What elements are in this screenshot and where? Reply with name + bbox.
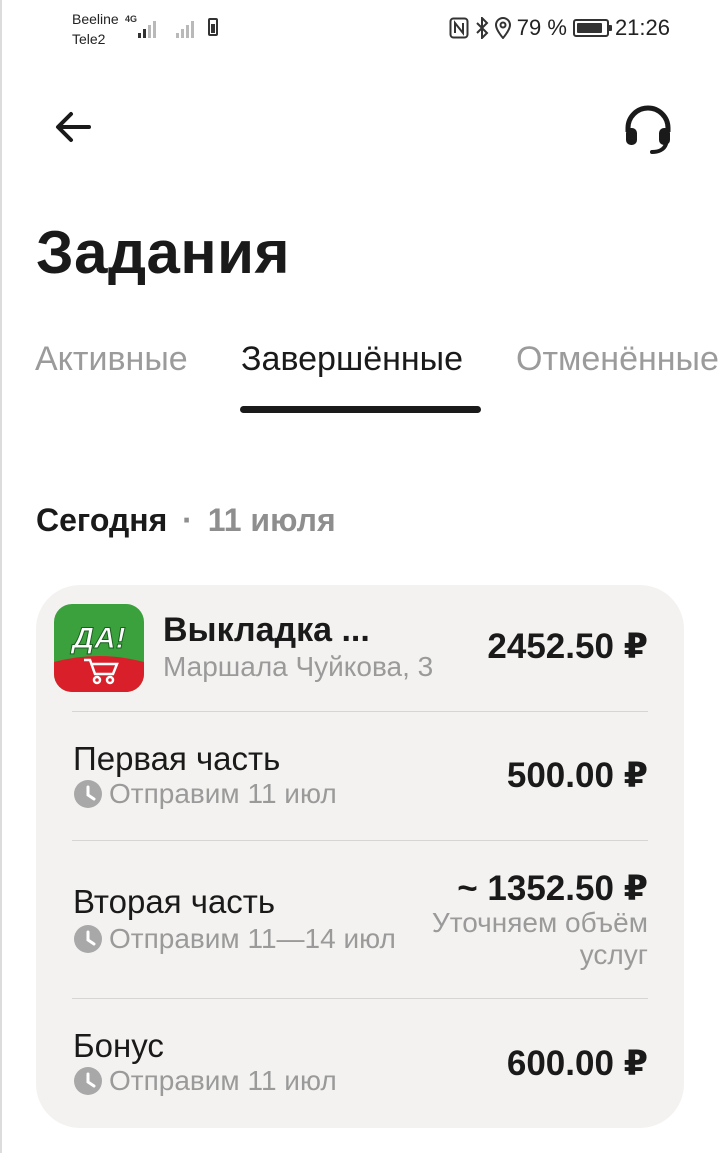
divider: [72, 840, 648, 841]
task-title: Выкладка ...: [163, 611, 370, 649]
divider: [72, 711, 648, 712]
battery-saver-icon: [208, 18, 218, 36]
payment-label: Вторая часть: [73, 883, 276, 920]
network-type: 4G: [125, 14, 138, 24]
payment-schedule: Отправим 11 июл: [73, 778, 337, 810]
payment-amount: ~ 1352.50 ₽: [457, 869, 648, 908]
status-bar: Beeline Tele2 4G 79 % 21:26: [0, 0, 720, 58]
payment-label: Бонус: [73, 1027, 164, 1064]
battery-icon: [572, 19, 612, 37]
signal-icon: [138, 18, 156, 38]
store-logo: ДА!: [54, 604, 144, 692]
headset-icon: [625, 105, 671, 154]
task-address: Маршала Чуйкова, 3: [163, 651, 434, 682]
status-right: 79 % 21:26: [449, 14, 670, 42]
task-total-amount: 2452.50 ₽: [487, 627, 648, 666]
arrow-left-icon: [56, 112, 91, 142]
payment-amount: 500.00 ₽: [506, 756, 648, 795]
payment-schedule: Отправим 11—14 июл: [73, 923, 396, 955]
payment-label: Первая часть: [73, 740, 281, 777]
back-button[interactable]: [46, 100, 100, 154]
tabs-bar: Активные Завершённые Отменённые: [0, 330, 720, 420]
tab-active[interactable]: Активные: [35, 340, 188, 379]
payment-note: Уточняем объём услуг: [431, 907, 648, 970]
divider: [72, 998, 648, 999]
clock-icon: [73, 1066, 103, 1096]
date-separator: ·: [182, 502, 193, 538]
payment-schedule: Отправим 11 июл: [73, 1065, 337, 1097]
signal-icon: [176, 18, 194, 38]
bluetooth-icon: [475, 17, 489, 39]
payment-amount: 600.00 ₽: [506, 1044, 648, 1083]
page-title: Задания: [36, 219, 291, 286]
active-tab-indicator: [240, 406, 481, 413]
payment-schedule-text: Отправим 11 июл: [109, 1065, 337, 1096]
payment-schedule-text: Отправим 11 июл: [109, 778, 337, 809]
battery-percent: 79 %: [516, 15, 567, 40]
clock-icon: [73, 779, 103, 809]
date-value: 11 июля: [207, 502, 336, 538]
task-card[interactable]: ДА! Выкладка ... Маршала Чуйкова, 3 2452…: [36, 585, 684, 1128]
date-day: Сегодня: [36, 502, 168, 538]
tab-completed[interactable]: Завершённые: [241, 340, 463, 379]
carrier-labels: Beeline Tele2: [72, 9, 119, 49]
clock-time: 21:26: [614, 15, 670, 40]
date-group-heading: Сегодня · 11 июля: [36, 502, 336, 539]
payment-schedule-text: Отправим 11—14 июл: [109, 923, 396, 954]
carrier-1: Beeline: [72, 11, 119, 27]
location-icon: [494, 17, 511, 39]
screen-edge: [0, 0, 2, 1153]
tab-cancelled[interactable]: Отменённые: [516, 340, 719, 379]
nfc-icon: [449, 17, 469, 39]
carrier-2: Tele2: [72, 31, 106, 47]
logo-text: ДА!: [69, 622, 125, 655]
support-button[interactable]: [618, 98, 678, 158]
clock-icon: [73, 924, 103, 954]
